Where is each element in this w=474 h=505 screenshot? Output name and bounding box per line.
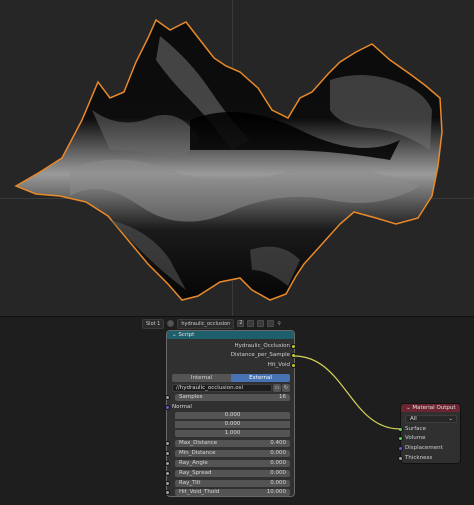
min-distance-socket[interactable] bbox=[165, 451, 170, 456]
surface-input-label: Surface bbox=[405, 426, 426, 432]
hit-void-thold-field[interactable]: Hit_Void_Thold 10.000 bbox=[175, 489, 290, 496]
normal-y-field[interactable]: 0.000 bbox=[175, 421, 290, 428]
max-distance-field[interactable]: Max_Distance 0.400 bbox=[175, 440, 290, 447]
normal-label: Normal bbox=[172, 404, 192, 410]
material-name-field[interactable]: hydraulic_occlusion bbox=[177, 318, 235, 329]
displacement-input-label: Displacement bbox=[405, 445, 443, 451]
normal-x-field[interactable]: 0.000 bbox=[175, 412, 290, 419]
ray-angle-field[interactable]: Ray_Angle 0.000 bbox=[175, 460, 290, 467]
thickness-socket[interactable] bbox=[398, 456, 403, 461]
samples-field[interactable]: Samples 16 bbox=[175, 394, 290, 401]
output-hit-void: Hit_Void bbox=[267, 362, 290, 368]
dropdown-chevron-icon: ⌄ bbox=[448, 416, 453, 422]
samples-socket[interactable] bbox=[165, 395, 170, 400]
ray-angle-socket[interactable] bbox=[165, 461, 170, 466]
external-mode-button[interactable]: External bbox=[231, 374, 290, 382]
distance-per-sample-socket[interactable] bbox=[291, 353, 296, 358]
min-distance-field[interactable]: Min_Distance 0.000 bbox=[175, 450, 290, 457]
user-count-badge[interactable]: 2 bbox=[237, 320, 245, 327]
normal-z-field[interactable]: 1.000 bbox=[175, 430, 290, 437]
collapse-chevron-icon[interactable]: ⌄ bbox=[172, 332, 177, 338]
thickness-input-label: Thickness bbox=[405, 455, 433, 461]
unlink-material-icon[interactable] bbox=[267, 320, 275, 327]
script-node-title: Script bbox=[178, 332, 195, 338]
script-file-row: //hydraulic_occlusion.osl ▭ ↻ bbox=[172, 384, 290, 392]
output-hydraulic-occlusion: Hydraulic_Occlusion bbox=[234, 343, 290, 349]
hit-void-socket[interactable] bbox=[291, 363, 296, 368]
material-slot-bar: Slot 1 hydraulic_occlusion 2 ⚲ bbox=[142, 318, 281, 329]
ray-tilt-field[interactable]: Ray_Tilt 0.000 bbox=[175, 480, 290, 487]
pin-icon[interactable]: ⚲ bbox=[277, 321, 281, 327]
3d-viewport[interactable] bbox=[0, 0, 474, 316]
material-output-header[interactable]: ⌄ Material Output bbox=[401, 404, 460, 412]
terrain-silhouette bbox=[14, 18, 443, 301]
volume-input-label: Volume bbox=[405, 435, 426, 441]
fake-user-shield-icon[interactable] bbox=[247, 320, 255, 327]
script-node-header[interactable]: ⌄ Script bbox=[167, 331, 294, 339]
folder-browse-icon[interactable]: ▭ bbox=[273, 384, 281, 392]
surface-socket[interactable] bbox=[398, 427, 403, 432]
collapse-chevron-icon[interactable]: ⌄ bbox=[406, 405, 411, 411]
ray-spread-socket[interactable] bbox=[165, 471, 170, 476]
max-distance-socket[interactable] bbox=[165, 441, 170, 446]
material-output-title: Material Output bbox=[412, 405, 456, 411]
internal-mode-button[interactable]: Internal bbox=[172, 374, 231, 382]
script-mode-toggle: Internal External bbox=[172, 374, 290, 382]
material-sphere-icon[interactable] bbox=[167, 320, 175, 327]
volume-socket[interactable] bbox=[398, 436, 403, 441]
normal-socket[interactable] bbox=[165, 405, 170, 410]
hydraulic-occlusion-socket[interactable] bbox=[291, 344, 296, 349]
output-distance-per-sample: Distance_per_Sample bbox=[230, 352, 290, 358]
ray-spread-field[interactable]: Ray_Spread 0.000 bbox=[175, 470, 290, 477]
displacement-socket[interactable] bbox=[398, 446, 403, 451]
script-filepath-field[interactable]: //hydraulic_occlusion.osl bbox=[172, 384, 272, 392]
terrain-mesh[interactable] bbox=[0, 0, 474, 316]
output-target-select[interactable]: All ⌄ bbox=[405, 415, 457, 423]
duplicate-material-icon[interactable] bbox=[257, 320, 265, 327]
slot-selector[interactable]: Slot 1 bbox=[142, 318, 165, 329]
ray-tilt-socket[interactable] bbox=[165, 481, 170, 486]
reload-script-icon[interactable]: ↻ bbox=[282, 384, 290, 392]
hit-void-thold-socket[interactable] bbox=[165, 490, 170, 495]
